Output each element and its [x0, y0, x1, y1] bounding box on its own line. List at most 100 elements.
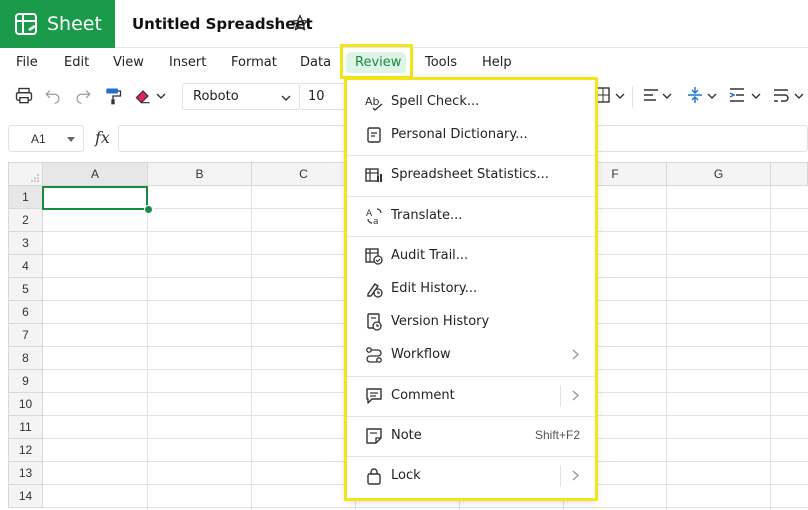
column-header[interactable]: B [148, 162, 252, 186]
text-wrap-icon[interactable] [772, 86, 790, 104]
menu-edit[interactable]: Edit [64, 55, 89, 70]
column-header-overflow[interactable] [771, 162, 808, 186]
menu-separator [347, 376, 595, 377]
menu-item-comment[interactable]: Comment [347, 381, 595, 411]
chevron-down-icon[interactable] [794, 92, 804, 100]
menu-item-spell-check[interactable]: Ab Spell Check... [347, 87, 595, 117]
font-size-value: 10 [308, 89, 325, 104]
chevron-right-icon [572, 390, 579, 401]
redo-icon[interactable] [74, 86, 92, 104]
menu-item-note[interactable]: Note Shift+F2 [347, 421, 595, 451]
row-header[interactable]: 11 [8, 416, 43, 439]
corner-grip-icon [31, 174, 39, 182]
row-header[interactable]: 4 [8, 255, 43, 278]
menu-item-audit-trail[interactable]: Audit Trail... [347, 241, 595, 271]
spell-check-icon: Ab [365, 95, 383, 111]
star-icon[interactable] [290, 13, 310, 33]
menu-item-label: Personal Dictionary... [391, 127, 528, 142]
menu-item-workflow[interactable]: Workflow [347, 340, 595, 370]
menu-help[interactable]: Help [482, 55, 512, 70]
row-header[interactable]: 8 [8, 347, 43, 370]
menu-tools[interactable]: Tools [425, 55, 457, 70]
svg-text:A: A [366, 209, 373, 219]
name-box[interactable]: A1 [8, 125, 84, 152]
row-header[interactable]: 7 [8, 324, 43, 347]
paint-format-icon[interactable] [103, 86, 123, 106]
statistics-icon [365, 168, 382, 182]
align-left-icon[interactable] [642, 86, 660, 104]
document-title[interactable]: Untitled Spreadsheet [132, 15, 313, 33]
workflow-icon [366, 347, 382, 363]
menu-item-spreadsheet-statistics[interactable]: Spreadsheet Statistics... [347, 160, 595, 190]
grid-line [770, 186, 771, 510]
menu-view[interactable]: View [113, 55, 144, 70]
menu-item-personal-dictionary[interactable]: Personal Dictionary... [347, 120, 595, 150]
grid-line [251, 186, 252, 510]
menu-insert[interactable]: Insert [169, 55, 206, 70]
menu-item-label: Edit History... [391, 281, 478, 296]
version-history-icon [367, 313, 382, 331]
menu-separator [347, 456, 595, 457]
chevron-down-icon[interactable] [751, 92, 761, 100]
selected-cell-a1[interactable] [42, 186, 148, 210]
font-family-select[interactable]: Roboto [182, 83, 300, 110]
row-header[interactable]: 2 [8, 209, 43, 232]
function-icon[interactable]: fx [95, 128, 110, 147]
review-annotation-box [340, 44, 413, 79]
row-header[interactable]: 12 [8, 439, 43, 462]
dictionary-icon [367, 127, 381, 143]
menu-item-label: Note [391, 428, 422, 443]
font-size-select[interactable]: 10 [300, 83, 346, 110]
row-header[interactable]: 10 [8, 393, 43, 416]
submenu-divider [560, 385, 561, 407]
undo-icon[interactable] [44, 86, 62, 104]
select-all-corner[interactable] [8, 162, 43, 186]
app-name: Sheet [47, 13, 102, 35]
menu-item-label: Lock [391, 468, 421, 483]
print-icon[interactable] [14, 86, 34, 106]
menu-separator [347, 236, 595, 237]
menu-item-shortcut: Shift+F2 [534, 428, 580, 442]
menu-item-label: Comment [391, 388, 455, 403]
row-header[interactable]: 1 [8, 186, 43, 209]
row-header[interactable]: 6 [8, 301, 43, 324]
sheet-logo-icon [15, 13, 37, 35]
column-header[interactable]: A [43, 162, 148, 186]
fill-handle[interactable] [144, 205, 153, 214]
menu-item-lock[interactable]: Lock [347, 461, 595, 491]
indent-icon[interactable] [728, 86, 746, 104]
clear-format-icon[interactable] [133, 86, 153, 106]
row-header[interactable]: 3 [8, 232, 43, 255]
chevron-down-icon[interactable] [156, 92, 166, 100]
column-header[interactable]: G [667, 162, 771, 186]
audit-trail-icon [365, 248, 383, 265]
menu-item-label: Audit Trail... [391, 248, 469, 263]
row-header[interactable]: 13 [8, 462, 43, 485]
row-header[interactable]: 5 [8, 278, 43, 301]
toolbar-divider [632, 86, 633, 108]
app-brand[interactable]: Sheet [0, 0, 115, 48]
lock-icon [367, 468, 381, 485]
column-header[interactable]: C [252, 162, 356, 186]
menu-item-translate[interactable]: Aa Translate... [347, 201, 595, 231]
menu-data[interactable]: Data [300, 55, 331, 70]
row-header[interactable]: 14 [8, 485, 43, 508]
cell-reference: A1 [31, 132, 46, 146]
note-icon [366, 428, 382, 444]
menu-file[interactable]: File [16, 55, 38, 70]
borders-icon[interactable] [595, 86, 611, 104]
translate-icon: Aa [366, 208, 382, 225]
menu-item-version-history[interactable]: Version History [347, 307, 595, 337]
menu-separator [347, 416, 595, 417]
menu-item-edit-history[interactable]: Edit History... [347, 274, 595, 304]
vertical-align-icon[interactable] [686, 86, 704, 104]
grid-line [666, 186, 667, 510]
chevron-right-icon [572, 349, 579, 360]
chevron-down-icon[interactable] [615, 92, 625, 100]
chevron-down-icon[interactable] [707, 92, 717, 100]
chevron-down-icon[interactable] [662, 92, 672, 100]
menu-format[interactable]: Format [231, 55, 277, 70]
menu-item-label: Workflow [391, 347, 451, 362]
row-header[interactable]: 9 [8, 370, 43, 393]
grid-line [147, 186, 148, 510]
